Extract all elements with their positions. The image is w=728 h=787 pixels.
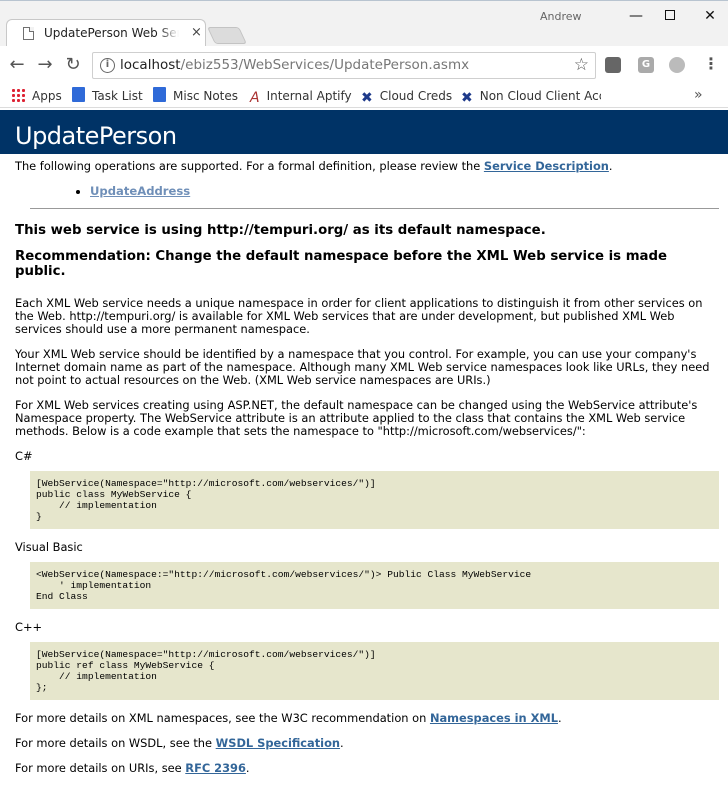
intro-suffix: . <box>608 159 613 173</box>
wsdl-prefix: For more details on WSDL, see the <box>15 736 213 750</box>
bookmark-non-cloud-client[interactable]: ✖ Non Cloud Client Acc <box>461 87 601 105</box>
browser-tab[interactable]: UpdatePerson Web Service × <box>6 19 206 47</box>
operations-list: UpdateAddress <box>90 185 719 198</box>
namespace-heading: This web service is using http://tempuri… <box>15 223 546 238</box>
divider <box>30 208 719 209</box>
url-host: localhost <box>120 57 181 73</box>
bookmark-internal-aptify[interactable]: A Internal Aptify <box>250 87 352 106</box>
bookmark-apps[interactable]: Apps <box>11 87 62 105</box>
uri-prefix: For more details on URIs, see <box>15 761 182 775</box>
url-path: /ebiz553/WebServices/UpdatePerson.asmx <box>180 57 470 73</box>
reload-button[interactable]: ↻ <box>62 55 84 77</box>
service-description-link[interactable]: Service Description <box>484 159 609 173</box>
wsdl-specification-link[interactable]: WSDL Specification <box>216 736 340 750</box>
maximize-icon <box>665 10 675 20</box>
browser-toolbar: ← → ↻ i localhost/ebiz553/WebServices/Up… <box>0 46 728 84</box>
wsdl-text: For more details on WSDL, see the WSDL S… <box>15 737 719 750</box>
period: . <box>245 761 250 775</box>
new-tab-button[interactable] <box>207 27 247 44</box>
vb-label: Visual Basic <box>15 540 83 554</box>
url-text[interactable]: localhost/ebiz553/WebServices/UpdatePers… <box>120 57 469 73</box>
bookmark-label: Apps <box>32 89 62 103</box>
close-window-button[interactable]: ✕ <box>688 5 728 27</box>
bookmark-star-icon[interactable]: ☆ <box>574 55 589 75</box>
title-bar: UpdatePerson Web Service × Andrew — ✕ <box>0 0 728 47</box>
forward-button[interactable]: → <box>34 55 56 77</box>
cross-logo-icon: ✖ <box>461 90 473 105</box>
paragraph-namespace-control: Your XML Web service should be identifie… <box>15 347 710 387</box>
operation-link-updateaddress[interactable]: UpdateAddress <box>90 184 190 198</box>
profile-name[interactable]: Andrew <box>540 10 582 23</box>
extension-people-icon[interactable] <box>669 57 685 73</box>
apps-grid-icon <box>11 88 25 102</box>
cpp-code-block: [WebService(Namespace="http://microsoft.… <box>30 642 719 700</box>
vb-code-block: <WebService(Namespace:="http://microsoft… <box>30 562 719 609</box>
paragraph-aspnet-namespace: For XML Web services creating using ASP.… <box>15 398 698 438</box>
uri-text: For more details on URIs, see RFC 2396. <box>15 762 719 775</box>
google-extension-icon[interactable]: G <box>638 57 654 73</box>
bookmark-label: Internal Aptify <box>266 89 352 103</box>
page-icon <box>23 27 34 40</box>
browser-menu-icon[interactable]: ⋮ <box>703 56 719 72</box>
bookmark-label: Cloud Creds <box>379 89 453 103</box>
cpp-label: C++ <box>15 620 43 634</box>
extension-icon[interactable] <box>605 57 621 73</box>
csharp-label: C# <box>15 449 33 463</box>
period: . <box>557 711 562 725</box>
google-docs-icon <box>72 87 85 102</box>
bookmarks-bar: Apps Task List Misc Notes A Internal Apti… <box>0 84 728 108</box>
csharp-code-block: [WebService(Namespace="http://microsoft.… <box>30 471 719 529</box>
namespaces-in-xml-link[interactable]: Namespaces in XML <box>430 711 558 725</box>
info-icon[interactable]: i <box>100 58 115 73</box>
recommendation-heading: Recommendation: Change the default names… <box>15 249 668 279</box>
tab-title: UpdatePerson Web Service <box>44 26 179 40</box>
aptify-logo-icon: A <box>250 90 260 106</box>
cross-logo-icon: ✖ <box>361 90 373 106</box>
intro-text: The following operations are supported. … <box>15 160 719 173</box>
list-item: UpdateAddress <box>90 185 719 198</box>
bookmark-label: Non Cloud Client Acc <box>479 89 601 103</box>
tab-close-icon[interactable]: × <box>191 25 202 40</box>
xml-ns-prefix: For more details on XML namespaces, see … <box>15 711 427 725</box>
xml-namespaces-text: For more details on XML namespaces, see … <box>15 712 719 725</box>
bookmark-cloud-creds[interactable]: ✖ Cloud Creds <box>361 87 453 106</box>
page-title: UpdatePerson <box>15 122 177 150</box>
page-content: The following operations are supported. … <box>15 160 719 787</box>
google-docs-icon <box>153 87 166 102</box>
back-button[interactable]: ← <box>6 55 28 77</box>
bookmark-label: Task List <box>92 89 143 103</box>
paragraph-unique-namespace: Each XML Web service needs a unique name… <box>15 296 703 336</box>
period: . <box>340 736 344 750</box>
bookmark-label: Misc Notes <box>173 89 239 103</box>
address-bar[interactable]: i localhost/ebiz553/WebServices/UpdatePe… <box>92 52 596 79</box>
bookmark-task-list[interactable]: Task List <box>72 87 143 105</box>
page-header: UpdatePerson <box>0 110 728 154</box>
rfc-2396-link[interactable]: RFC 2396 <box>185 761 246 775</box>
bookmarks-overflow-icon[interactable]: » <box>694 87 703 103</box>
maximize-button[interactable] <box>648 5 692 27</box>
intro-prefix: The following operations are supported. … <box>15 159 481 173</box>
bookmark-misc-notes[interactable]: Misc Notes <box>153 87 238 105</box>
